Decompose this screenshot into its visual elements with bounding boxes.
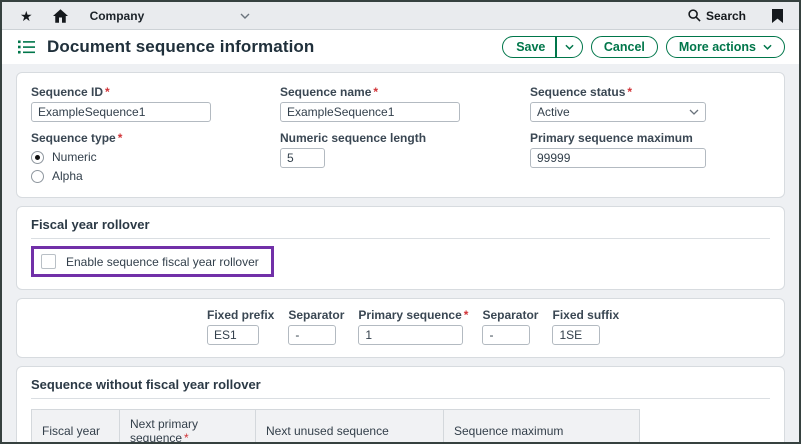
save-button[interactable]: Save: [503, 40, 555, 54]
sequence-type-label: Sequence type: [31, 131, 116, 145]
save-split-button: Save: [502, 36, 583, 58]
more-actions-button[interactable]: More actions: [666, 36, 785, 58]
sequence-name-label: Sequence name: [280, 85, 371, 99]
sequence-format-card: Fixed prefix Separator Primary sequence*…: [16, 298, 785, 358]
enable-rollover-label: Enable sequence fiscal year rollover: [66, 255, 259, 269]
primary-sequence-field: Primary sequence*: [358, 308, 468, 345]
sequence-name-input[interactable]: [280, 102, 460, 122]
numeric-sequence-length-field: Numeric sequence length: [280, 131, 530, 183]
home-icon[interactable]: [53, 9, 68, 23]
fiscal-year-rollover-title: Fiscal year rollover: [31, 217, 770, 239]
enable-rollover-checkbox[interactable]: [41, 254, 56, 269]
sequence-table: Fiscal year Next primary sequence* Next …: [31, 409, 640, 444]
required-marker: *: [373, 85, 378, 99]
page-header: Document sequence information Save Cance…: [2, 30, 799, 64]
chevron-down-icon: [240, 13, 250, 19]
search-label: Search: [706, 9, 746, 23]
sequence-status-field: Sequence status* Active: [530, 85, 770, 122]
fixed-prefix-field: Fixed prefix: [207, 308, 274, 345]
chevron-down-icon: [763, 44, 772, 50]
top-navigation-bar: ★ Company Search: [2, 2, 799, 30]
radio-alpha-control: [31, 170, 44, 183]
save-dropdown-button[interactable]: [557, 37, 582, 57]
radio-numeric-control: [31, 151, 44, 164]
radio-numeric[interactable]: Numeric: [31, 150, 280, 164]
fixed-prefix-label: Fixed prefix: [207, 308, 274, 322]
page-title: Document sequence information: [47, 37, 314, 57]
annotation-highlight: Enable sequence fiscal year rollover: [31, 246, 274, 277]
primary-sequence-input[interactable]: [358, 325, 463, 345]
separator2-label: Separator: [482, 308, 538, 322]
fixed-suffix-label: Fixed suffix: [552, 308, 619, 322]
fixed-suffix-input[interactable]: [552, 325, 600, 345]
sequence-type-field: Sequence type* Numeric Alpha: [31, 131, 280, 183]
primary-sequence-maximum-label: Primary sequence maximum: [530, 131, 770, 145]
sequence-status-select[interactable]: Active: [530, 102, 706, 122]
col-sequence-maximum: Sequence maximum: [444, 410, 640, 444]
cancel-button-label: Cancel: [604, 40, 645, 54]
radio-numeric-label: Numeric: [52, 150, 97, 164]
primary-sequence-label: Primary sequence: [358, 308, 461, 322]
sequence-id-field: Sequence ID*: [31, 85, 280, 122]
sequence-status-label: Sequence status: [530, 85, 625, 99]
separator2-field: Separator: [482, 308, 538, 345]
chevron-down-icon: [689, 109, 699, 115]
sequence-name-field: Sequence name*: [280, 85, 530, 122]
primary-sequence-maximum-input[interactable]: [530, 148, 706, 168]
search-button[interactable]: Search: [688, 9, 746, 23]
action-buttons: Save Cancel More actions: [502, 36, 785, 58]
numeric-sequence-length-label: Numeric sequence length: [280, 131, 530, 145]
separator1-input[interactable]: [288, 325, 336, 345]
col-fiscal-year: Fiscal year: [32, 410, 120, 444]
cancel-button[interactable]: Cancel: [591, 36, 658, 58]
fiscal-year-rollover-card: Fiscal year rollover Enable sequence fis…: [16, 206, 785, 290]
separator1-field: Separator: [288, 308, 344, 345]
radio-alpha-label: Alpha: [52, 169, 83, 183]
radio-alpha[interactable]: Alpha: [31, 169, 280, 183]
fixed-prefix-input[interactable]: [207, 325, 259, 345]
sequence-without-rollover-title: Sequence without fiscal year rollover: [31, 377, 770, 399]
sequence-without-rollover-card: Sequence without fiscal year rollover Fi…: [16, 366, 785, 444]
primary-sequence-maximum-field: Primary sequence maximum: [530, 131, 770, 183]
numeric-sequence-length-input[interactable]: [280, 148, 325, 168]
app-window: ★ Company Search: [0, 0, 801, 444]
table-header-row: Fiscal year Next primary sequence* Next …: [32, 410, 640, 444]
company-dropdown[interactable]: Company: [90, 9, 250, 23]
more-actions-label: More actions: [679, 40, 756, 54]
required-marker: *: [105, 85, 110, 99]
main-content: Sequence ID* Sequence name* Sequence sta…: [2, 64, 799, 444]
separator2-input[interactable]: [482, 325, 530, 345]
sequence-details-card: Sequence ID* Sequence name* Sequence sta…: [16, 72, 785, 198]
col-next-primary-sequence: Next primary sequence*: [120, 410, 256, 444]
company-dropdown-label: Company: [90, 9, 145, 23]
bookmark-icon[interactable]: [772, 9, 783, 23]
favorite-star-icon[interactable]: ★: [20, 9, 33, 23]
required-marker: *: [118, 131, 123, 145]
separator1-label: Separator: [288, 308, 344, 322]
sequence-id-input[interactable]: [31, 102, 211, 122]
sequence-id-label: Sequence ID: [31, 85, 103, 99]
col-next-unused-sequence: Next unused sequence: [256, 410, 444, 444]
fixed-suffix-field: Fixed suffix: [552, 308, 619, 345]
required-marker: *: [184, 431, 189, 444]
required-marker: *: [627, 85, 632, 99]
search-icon: [688, 9, 701, 22]
required-marker: *: [464, 308, 469, 322]
chevron-down-icon: [565, 44, 574, 50]
sequence-status-value: Active: [537, 105, 570, 119]
page-list-icon[interactable]: [18, 40, 35, 54]
